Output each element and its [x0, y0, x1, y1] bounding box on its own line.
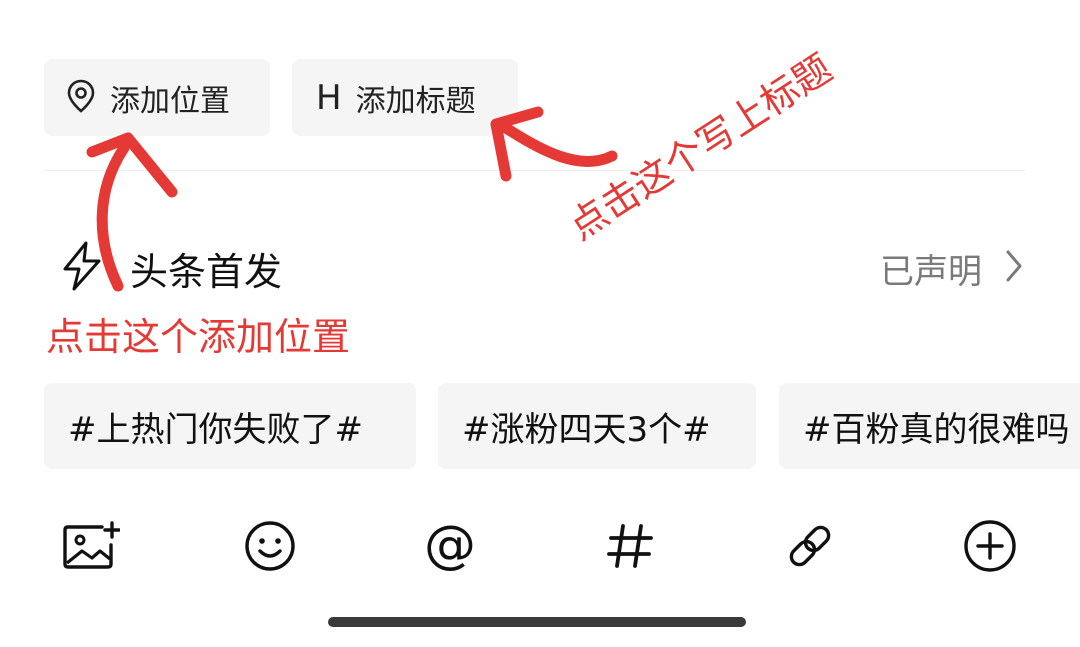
hashtag-chip[interactable]: #涨粉四天3个#: [438, 383, 756, 469]
image-add-icon[interactable]: [61, 516, 121, 576]
add-location-button[interactable]: 添加位置: [44, 59, 270, 136]
hash-icon[interactable]: [600, 516, 660, 576]
add-title-label: 添加标题: [355, 83, 476, 119]
heading-icon: H: [316, 77, 342, 118]
first-publish-label: 头条首发: [130, 249, 283, 294]
add-location-label: 添加位置: [110, 83, 230, 119]
emoji-icon[interactable]: [240, 516, 300, 576]
section-divider: [44, 170, 1026, 171]
declaration-status-text: 已声明: [880, 251, 982, 292]
home-indicator[interactable]: [328, 617, 746, 627]
chevron-right-icon: [1004, 249, 1024, 287]
lightning-icon: [60, 240, 104, 296]
annotation-location-note: 点击这个添加位置: [46, 315, 351, 359]
first-publish-row[interactable]: 头条首发: [60, 238, 282, 298]
add-circle-icon[interactable]: [960, 516, 1020, 576]
link-icon[interactable]: [780, 516, 840, 576]
at-glyph: @: [424, 518, 476, 574]
hashtag-chip[interactable]: #百粉真的很难吗: [779, 383, 1080, 469]
annotation-title-note: 点击这个写上标题: [560, 45, 840, 249]
add-title-button[interactable]: H 添加标题: [292, 59, 518, 136]
at-icon[interactable]: @: [420, 516, 480, 576]
hashtag-chip[interactable]: #上热门你失败了#: [44, 383, 416, 469]
declaration-status[interactable]: 已声明: [880, 240, 1024, 296]
location-pin-icon: [66, 79, 96, 117]
